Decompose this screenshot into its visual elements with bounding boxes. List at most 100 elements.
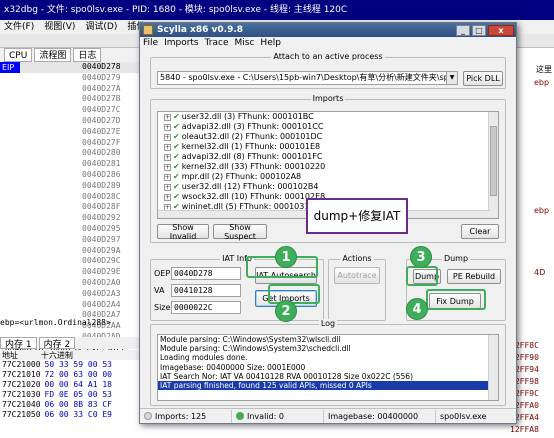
disassembly-address-row[interactable]: 0040D2A0	[0, 278, 140, 289]
disassembly-address-row[interactable]: 0040D27B	[0, 94, 140, 105]
va-field[interactable]: 00410128	[171, 284, 241, 297]
import-tree-item[interactable]: + ✔ kernel32.dll (1) FThunk: 000101E8	[158, 142, 498, 152]
status-imagebase: Imagebase: 00400000	[324, 409, 436, 423]
disassembly-address-row[interactable]: 0040D27E	[0, 127, 140, 138]
disassembly-address-row[interactable]: 0040D28C	[0, 192, 140, 203]
expand-icon[interactable]: +	[164, 183, 171, 191]
expand-icon[interactable]: +	[164, 153, 171, 161]
memory-row[interactable]: 77C21010 72 00 63 00 00	[0, 370, 140, 380]
show-invalid-button[interactable]: Show Invalid	[157, 223, 209, 241]
disassembly-address-row[interactable]: 0040D286	[0, 170, 140, 181]
disassembly-address-row[interactable]: 0040D27A	[0, 84, 140, 95]
minimize-button[interactable]: _	[456, 24, 470, 36]
pick-dll-button[interactable]: Pick DLL	[463, 71, 503, 86]
memory-row[interactable]: 77C21050 06 00 33 C0 E9	[0, 410, 140, 420]
tab-memory-1[interactable]: 内存 1	[0, 337, 37, 350]
debugger-menu-debug[interactable]: 调试(D)	[85, 20, 117, 34]
imports-vertical-scrollbar[interactable]	[488, 112, 498, 218]
process-dropdown[interactable]: 5840 - spo0lsv.exe - C:\Users\15pb-win7\…	[157, 71, 458, 85]
show-suspect-button[interactable]: Show Suspect	[213, 223, 267, 241]
disassembly-address-row[interactable]: 0040D27D	[0, 116, 140, 127]
stack-row[interactable]: 12FFA8	[510, 424, 554, 436]
expand-icon[interactable]: +	[164, 123, 171, 131]
import-tree-item[interactable]: + ✔ oleaut32.dll (2) FThunk: 000101DC	[158, 132, 498, 142]
import-tree-item[interactable]: + ✔ user32.dll (3) FThunk: 000101BC	[158, 112, 498, 122]
autotrace-button[interactable]: Autotrace	[334, 267, 380, 284]
oep-field[interactable]: 0040D278	[171, 267, 241, 280]
maximize-button[interactable]: □	[472, 24, 486, 36]
menu-misc[interactable]: Misc	[235, 37, 255, 50]
log-line[interactable]: IAT Search Nor: IAT VA 00410128 RVA 0001…	[158, 372, 498, 381]
disassembly-address-row[interactable]: 0040D295	[0, 224, 140, 235]
disassembly-address-row[interactable]: 0040D279	[0, 73, 140, 84]
log-line[interactable]: IAT parsing finished, found 125 valid AP…	[158, 380, 498, 391]
memory-row[interactable]: 77C21020 00 00 64 A1 18	[0, 380, 140, 390]
tab-log[interactable]: 日志	[73, 48, 102, 62]
pe-rebuild-button[interactable]: PE Rebuild	[447, 269, 501, 284]
expand-icon[interactable]: +	[164, 113, 171, 121]
scylla-status-bar: Imports: 125 Invalid: 0 Imagebase: 00400…	[140, 408, 516, 423]
disassembly-address-row[interactable]: 0040D280	[0, 148, 140, 159]
import-tree-item[interactable]: + ✔ user32.dll (12) FThunk: 000102B4	[158, 182, 498, 192]
scrollbar-thumb[interactable]	[490, 126, 497, 196]
debugger-menu-view[interactable]: 视图(V)	[44, 20, 75, 34]
imports-status-icon	[144, 412, 152, 420]
disassembly-address-row[interactable]: 0040D281	[0, 159, 140, 170]
disassembly-address-row[interactable]: 0040D297	[0, 235, 140, 246]
tab-cpu[interactable]: CPU	[4, 48, 33, 62]
close-button[interactable]: x	[488, 24, 514, 36]
log-line[interactable]: Module parsing: C:\Windows\System32\sche…	[158, 344, 498, 353]
memory-row-hex: 72 00 63 00 00	[44, 370, 112, 379]
chevron-down-icon[interactable]: ▼	[446, 72, 457, 84]
import-tree-item[interactable]: + ✔ advapi32.dll (8) FThunk: 000101FC	[158, 152, 498, 162]
register-status-line: ebp=<urlmon.Ordinal288>	[0, 318, 111, 327]
log-line[interactable]: Imagebase: 00400000 Size: 0001E000	[158, 363, 498, 372]
size-field[interactable]: 0000022C	[171, 301, 241, 314]
menu-trace[interactable]: Trace	[205, 37, 229, 50]
disassembly-address-row[interactable]: 0040D29E	[0, 267, 140, 278]
disassembly-address-row[interactable]: 0040D28F	[0, 202, 140, 213]
log-line[interactable]: Module parsing: C:\Windows\System32\wlsc…	[158, 335, 498, 344]
status-invalid: Invalid: 0	[232, 409, 324, 423]
expand-icon[interactable]: +	[164, 143, 171, 151]
expand-icon[interactable]: +	[164, 193, 171, 201]
right-pane-comment: 这里	[536, 65, 552, 74]
import-tree-item[interactable]: + ✔ advapi32.dll (3) FThunk: 000101CC	[158, 122, 498, 132]
disassembly-address-row[interactable]: 0040D27F	[0, 138, 140, 149]
log-line[interactable]: Loading modules done.	[158, 353, 498, 362]
disassembly-address-row[interactable]: 0040D2A4	[0, 300, 140, 311]
clear-imports-button[interactable]: Clear	[461, 224, 499, 239]
menu-file[interactable]: File	[143, 37, 158, 50]
expand-icon[interactable]: +	[164, 163, 171, 171]
memory-row[interactable]: 77C21030 FD 0E 05 00 53	[0, 390, 140, 400]
import-tree-item-label: kernel32.dll (33) FThunk: 00010220	[181, 162, 326, 171]
debugger-menu-file[interactable]: 文件(F)	[4, 20, 34, 34]
log-vertical-scrollbar[interactable]	[488, 335, 498, 400]
step-badge-2: 2	[275, 300, 297, 322]
expand-icon[interactable]: +	[164, 173, 171, 181]
disassembly-address-row[interactable]: 0040D278	[0, 62, 140, 73]
disassembly-address-row[interactable]: 0040D29A	[0, 246, 140, 257]
log-list[interactable]: Module parsing: C:\Windows\System32\wlsc…	[157, 334, 499, 401]
memory-row-address: 77C21050	[2, 410, 41, 419]
memory-row[interactable]: 77C21000 50 33 59 00 53	[0, 360, 140, 370]
disassembly-address-row[interactable]: 0040D2A3	[0, 289, 140, 300]
memory-row[interactable]: 77C21040 06 00 8B 83 CF	[0, 400, 140, 410]
disassembly-address-row[interactable]: 0040D292	[0, 213, 140, 224]
debugger-tabs: CPU 流程图 日志	[0, 48, 140, 62]
import-tree-item[interactable]: + ✔ mpr.dll (2) FThunk: 000102A8	[158, 172, 498, 182]
menu-help[interactable]: Help	[260, 37, 281, 50]
disassembly-address-row[interactable]: 0040D27C	[0, 105, 140, 116]
expand-icon[interactable]: +	[164, 133, 171, 141]
disassembly-address-row[interactable]: 0040D29C	[0, 256, 140, 267]
tab-memory-2[interactable]: 内存 2	[38, 337, 76, 350]
tab-graph[interactable]: 流程图	[34, 48, 72, 62]
import-tree-item[interactable]: + ✔ kernel32.dll (33) FThunk: 00010220	[158, 162, 498, 172]
highlight-fix-dump	[426, 289, 486, 310]
memory-header-hex: 十六进制	[40, 351, 73, 360]
menu-imports[interactable]: Imports	[164, 37, 199, 50]
disassembly-address-row[interactable]: 0040D289	[0, 181, 140, 192]
highlight-dump	[406, 266, 438, 286]
attach-group-label: Attach to an active process	[271, 52, 385, 61]
status-module: spo0lsv.exe	[436, 410, 514, 423]
